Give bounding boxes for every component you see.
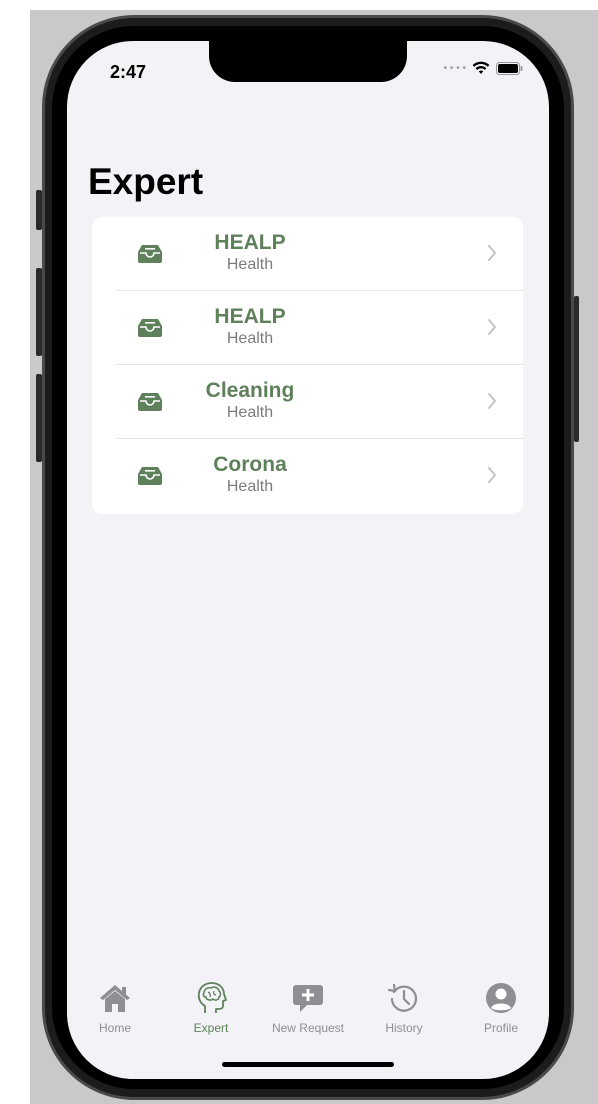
house-icon <box>100 985 130 1012</box>
tray-icon <box>138 393 162 411</box>
list-item-text: Cleaning Health <box>190 379 310 423</box>
list-item-subtitle: Health <box>226 478 274 495</box>
tab-history[interactable]: History <box>356 977 452 1047</box>
tab-label: New Request <box>271 1021 345 1035</box>
list-item-title: HEALP <box>214 231 286 254</box>
signal-icon: • • • • <box>443 62 466 74</box>
tab-profile[interactable]: Profile <box>453 977 549 1047</box>
list-item-text: HEALP Health <box>190 231 310 275</box>
battery-icon <box>496 61 523 75</box>
home-indicator[interactable] <box>222 1062 394 1067</box>
power-button <box>574 296 579 442</box>
plus-bubble-icon <box>293 985 323 1012</box>
history-clock-icon <box>387 983 418 1012</box>
tray-icon <box>138 319 162 337</box>
list-item[interactable]: Corona Health <box>92 439 523 513</box>
tab-label: Profile <box>483 1021 518 1035</box>
status-time: 2:47 <box>110 62 147 82</box>
chevron-right-icon <box>488 319 496 335</box>
app-screen: 2:47 • • • • Expert HEALP Health HEALP H… <box>67 41 549 1079</box>
list-item-title: Cleaning <box>205 379 295 402</box>
tab-expert[interactable]: Expert <box>163 977 259 1047</box>
chevron-right-icon <box>488 393 496 409</box>
list-item[interactable]: HEALP Health <box>92 291 523 365</box>
tab-label: Home <box>98 1021 131 1035</box>
tab-bar: Home Expert New Request History Profile <box>67 977 549 1047</box>
page-title: Expert <box>88 161 204 202</box>
chevron-right-icon <box>488 245 496 261</box>
tab-label: Expert <box>193 1021 229 1035</box>
tab-home[interactable]: Home <box>67 977 163 1047</box>
brain-head-icon <box>197 982 227 1013</box>
list-item-title: HEALP <box>214 305 286 328</box>
list-item-text: Corona Health <box>190 453 310 497</box>
silent-switch <box>36 190 42 230</box>
tab-label: History <box>385 1021 423 1035</box>
list-item[interactable]: Cleaning Health <box>92 365 523 439</box>
list-item-subtitle: Health <box>226 256 274 273</box>
volume-up-button <box>36 268 42 356</box>
expert-list: HEALP Health HEALP Health Cleaning Healt… <box>92 217 523 514</box>
tray-icon <box>138 245 162 263</box>
person-circle-icon <box>486 983 516 1013</box>
notch <box>209 41 407 82</box>
tab-new-request[interactable]: New Request <box>260 977 356 1047</box>
list-item[interactable]: HEALP Health <box>92 217 523 291</box>
list-item-subtitle: Health <box>226 404 274 421</box>
list-item-text: HEALP Health <box>190 305 310 349</box>
wifi-icon <box>472 61 490 74</box>
status-icons: • • • • <box>444 61 523 75</box>
list-item-subtitle: Health <box>226 330 274 347</box>
volume-down-button <box>36 374 42 462</box>
chevron-right-icon <box>488 467 496 483</box>
tray-icon <box>138 467 162 485</box>
list-item-title: Corona <box>213 453 287 476</box>
